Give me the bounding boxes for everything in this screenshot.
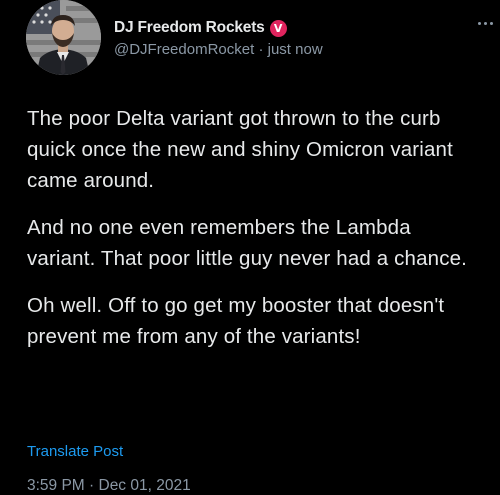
post-paragraph: The poor Delta variant got thrown to the… — [27, 107, 453, 192]
post: DJ Freedom Rockets V @DJFreedomRocket · … — [0, 0, 500, 495]
post-text: The poor Delta variant got thrown to the… — [27, 103, 482, 368]
more-dot — [478, 22, 481, 25]
relative-time[interactable]: just now — [268, 41, 323, 58]
avatar[interactable] — [26, 0, 101, 75]
v-badge-icon: V — [269, 19, 287, 37]
more-dot — [484, 22, 487, 25]
translate-post-link[interactable]: Translate Post — [27, 443, 123, 460]
handle-separator: · — [258, 41, 264, 58]
avatar-image — [26, 0, 101, 75]
author-display-name[interactable]: DJ Freedom Rockets — [114, 19, 265, 37]
post-header: DJ Freedom Rockets V @DJFreedomRocket · … — [26, 0, 493, 80]
post-timestamp[interactable]: 3:59 PM · Dec 01, 2021 — [27, 477, 191, 495]
post-paragraph: Oh well. Off to go get my booster that d… — [27, 294, 445, 348]
author-handle-line: @DJFreedomRocket · just now — [114, 41, 323, 58]
author-name-line: DJ Freedom Rockets V — [114, 19, 287, 37]
more-options-icon[interactable] — [478, 22, 493, 25]
author-handle[interactable]: @DJFreedomRocket — [114, 41, 254, 58]
post-paragraph: And no one even remembers the Lambda var… — [27, 216, 468, 270]
more-dot — [490, 22, 493, 25]
